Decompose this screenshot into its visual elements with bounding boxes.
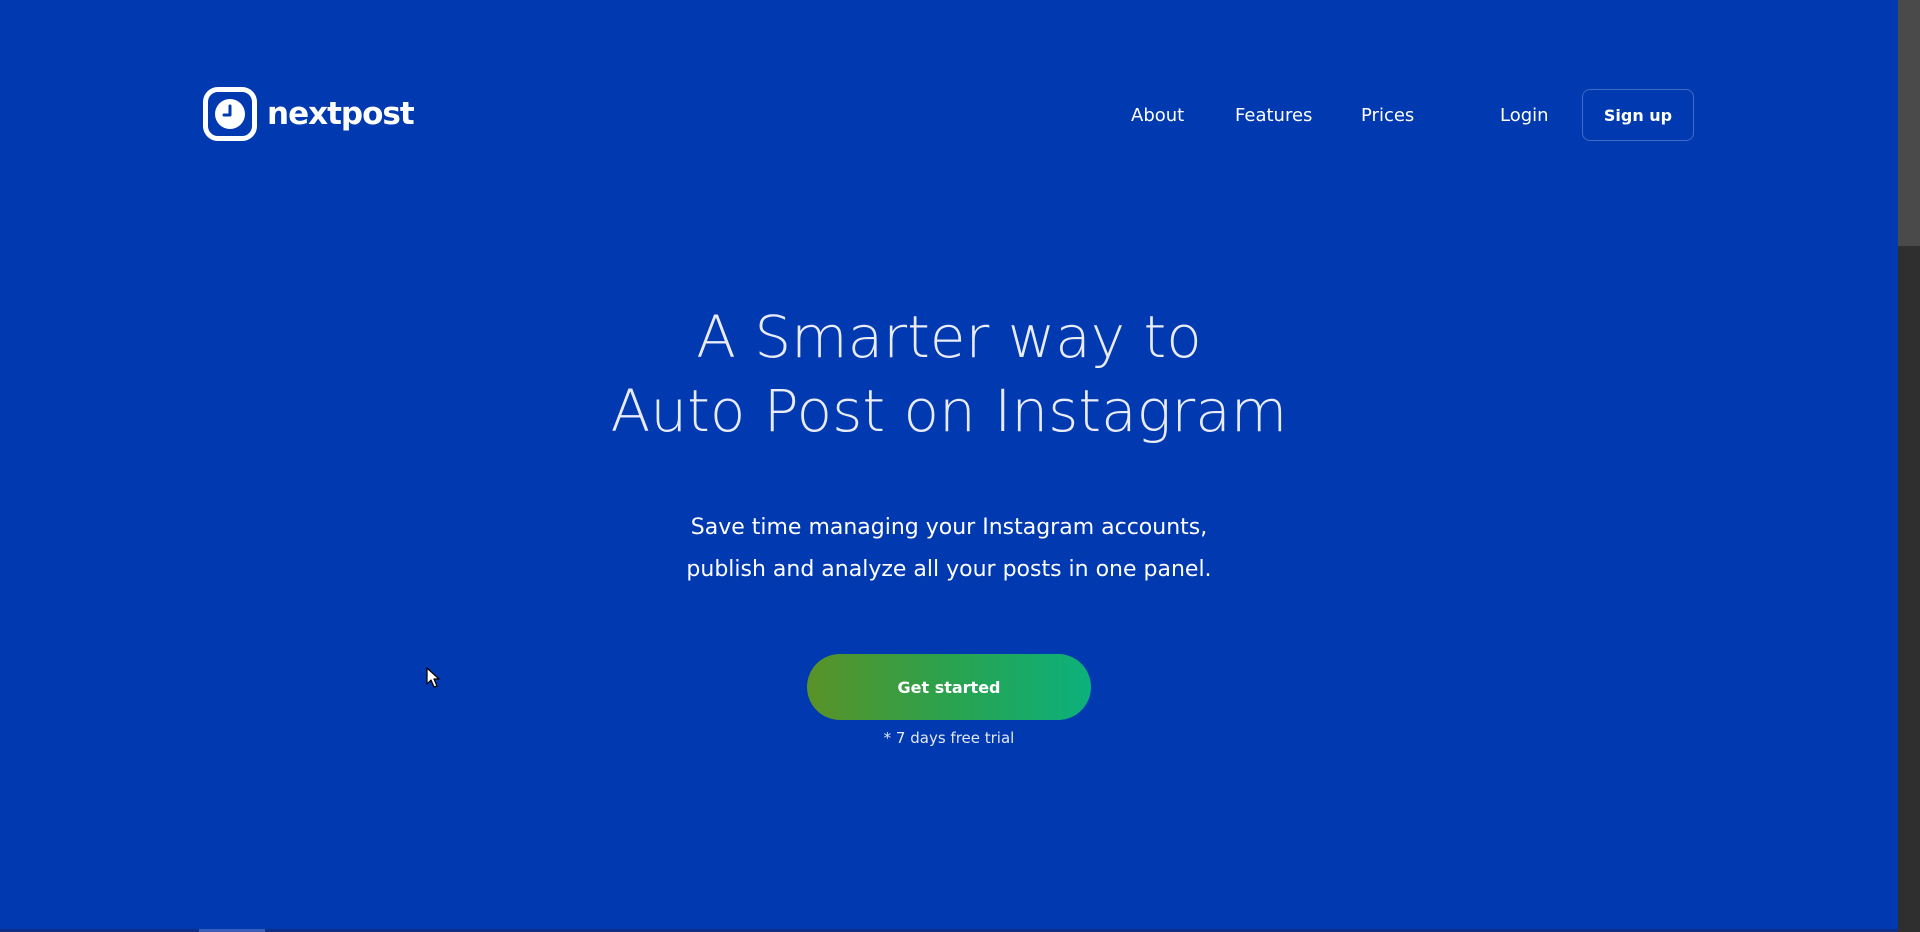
- brand-logo[interactable]: nextpost: [203, 87, 415, 141]
- hero-title-line2: Auto Post on Instagram: [610, 377, 1288, 445]
- hero-title: A Smarter way to Auto Post on Instagram: [0, 300, 1898, 448]
- trial-note: * 7 days free trial: [883, 729, 1015, 747]
- nav-link-about[interactable]: About: [1131, 105, 1184, 126]
- brand-name: nextpost: [267, 96, 415, 132]
- login-link[interactable]: Login: [1500, 105, 1549, 126]
- nav-item-prices[interactable]: Prices: [1361, 88, 1414, 142]
- mouse-pointer-icon: [426, 667, 440, 688]
- landing-page: nextpost About Features Prices Login Sig…: [0, 0, 1898, 932]
- hero-subtitle: Save time managing your Instagram accoun…: [0, 507, 1898, 591]
- nav-item-login[interactable]: Login: [1500, 88, 1549, 142]
- hero-subtitle-line1: Save time managing your Instagram accoun…: [690, 515, 1208, 540]
- nav-link-prices[interactable]: Prices: [1361, 105, 1414, 126]
- scrollbar-thumb[interactable]: [1898, 0, 1920, 246]
- nav-item-about[interactable]: About: [1131, 88, 1184, 142]
- hero-title-line1: A Smarter way to: [696, 303, 1202, 371]
- nav-item-features[interactable]: Features: [1235, 88, 1312, 142]
- get-started-button[interactable]: Get started: [807, 654, 1091, 720]
- nav-link-features[interactable]: Features: [1235, 105, 1312, 126]
- hero-subtitle-line2: publish and analyze all your posts in on…: [686, 557, 1212, 582]
- signup-button[interactable]: Sign up: [1582, 89, 1694, 141]
- vertical-scrollbar[interactable]: [1898, 0, 1920, 932]
- clock-icon: [203, 87, 257, 141]
